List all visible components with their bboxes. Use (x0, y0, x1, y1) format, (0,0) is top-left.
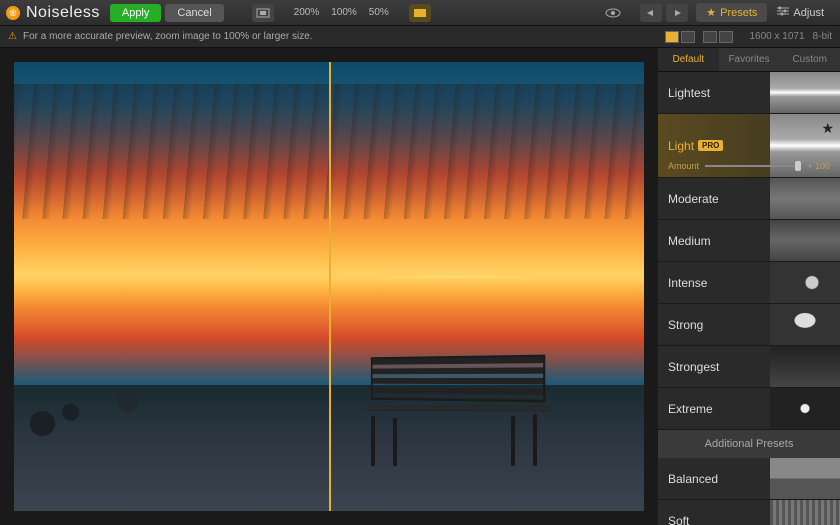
preset-label: Balanced (668, 472, 718, 486)
app-title: Noiseless (26, 4, 100, 22)
preset-label: Intense (668, 276, 707, 290)
preset-thumbnail (770, 72, 840, 113)
amount-slider[interactable] (705, 165, 801, 167)
preset-thumbnail (770, 458, 840, 499)
preset-strong[interactable]: Strong (658, 304, 840, 346)
view-toggle-right[interactable] (703, 31, 733, 43)
compare-divider[interactable] (329, 62, 331, 511)
undo-button[interactable] (640, 4, 662, 22)
preset-extreme[interactable]: Extreme (658, 388, 840, 430)
preset-intense[interactable]: Intense (658, 262, 840, 304)
preset-moderate[interactable]: Moderate (658, 178, 840, 220)
preset-label: Strongest (668, 360, 719, 374)
image-viewport[interactable] (0, 48, 658, 525)
amount-label: Amount (668, 161, 699, 171)
zoom-controls: 200% 100% 50% (290, 5, 393, 20)
preset-strongest[interactable]: Strongest (658, 346, 840, 388)
pro-badge: PRO (698, 140, 723, 151)
tab-favorites[interactable]: Favorites (719, 48, 780, 71)
favorite-star-icon[interactable]: ★ (821, 120, 834, 137)
preset-soft[interactable]: Soft (658, 500, 840, 525)
presets-panel-tab[interactable]: ★ Presets (696, 3, 767, 22)
preset-lightest[interactable]: Lightest (658, 72, 840, 114)
preset-list: Lightest Light PRO ★ Amount + 100 Moderate Medi… (658, 72, 840, 525)
redo-button[interactable] (666, 4, 688, 22)
preset-thumbnail (770, 500, 840, 525)
view-toggle-left[interactable] (665, 31, 695, 43)
preset-label: Medium (668, 234, 711, 248)
preset-thumbnail (770, 304, 840, 345)
preset-label: Soft (668, 514, 689, 525)
preset-label: Moderate (668, 192, 719, 206)
tab-custom[interactable]: Custom (779, 48, 840, 71)
main-toolbar: ® Noiseless Apply Cancel 200% 100% 50% ★… (0, 0, 840, 26)
apply-button[interactable]: Apply (110, 4, 162, 22)
image-dimensions: 1600 x 1071 (749, 31, 804, 42)
fit-screen-icon[interactable] (252, 4, 274, 22)
preset-thumbnail (770, 178, 840, 219)
tab-default[interactable]: Default (658, 48, 719, 71)
amount-slider-row: Amount + 100 (668, 161, 830, 171)
preset-label: Lightest (668, 86, 710, 100)
zoom-200[interactable]: 200% (290, 5, 324, 20)
app-logo: ® (6, 6, 20, 20)
preset-label: Strong (668, 318, 703, 332)
adjust-panel-tab[interactable]: Adjust (767, 3, 834, 22)
star-icon: ★ (706, 6, 716, 19)
zoom-100[interactable]: 100% (327, 5, 361, 20)
bench-silhouette (363, 356, 543, 466)
preview-eye-icon[interactable] (602, 4, 624, 22)
preset-thumbnail (770, 262, 840, 303)
cancel-button[interactable]: Cancel (165, 4, 223, 22)
warning-icon: ⚠ (8, 31, 17, 42)
presets-tab-label: Presets (720, 7, 757, 19)
info-bar: ⚠ For a more accurate preview, zoom imag… (0, 26, 840, 48)
preset-label: Light (668, 139, 694, 153)
image-bit-depth: 8-bit (813, 31, 832, 42)
preview-image (14, 62, 644, 511)
presets-sidebar: Default Favorites Custom Lightest Light PR… (658, 48, 840, 525)
compare-mode-icon[interactable] (409, 4, 431, 22)
preset-label: Extreme (668, 402, 713, 416)
preset-thumbnail (770, 220, 840, 261)
additional-presets-header: Additional Presets (658, 430, 840, 458)
adjust-tab-label: Adjust (793, 7, 824, 19)
sliders-icon (777, 6, 789, 19)
preset-balanced[interactable]: Balanced (658, 458, 840, 500)
preset-light-selected[interactable]: Light PRO ★ Amount + 100 (658, 114, 840, 178)
zoom-50[interactable]: 50% (365, 5, 393, 20)
preset-medium[interactable]: Medium (658, 220, 840, 262)
hint-text: For a more accurate preview, zoom image … (23, 31, 313, 42)
preset-thumbnail (770, 346, 840, 387)
preset-thumbnail (770, 388, 840, 429)
amount-value: + 100 (807, 161, 830, 171)
